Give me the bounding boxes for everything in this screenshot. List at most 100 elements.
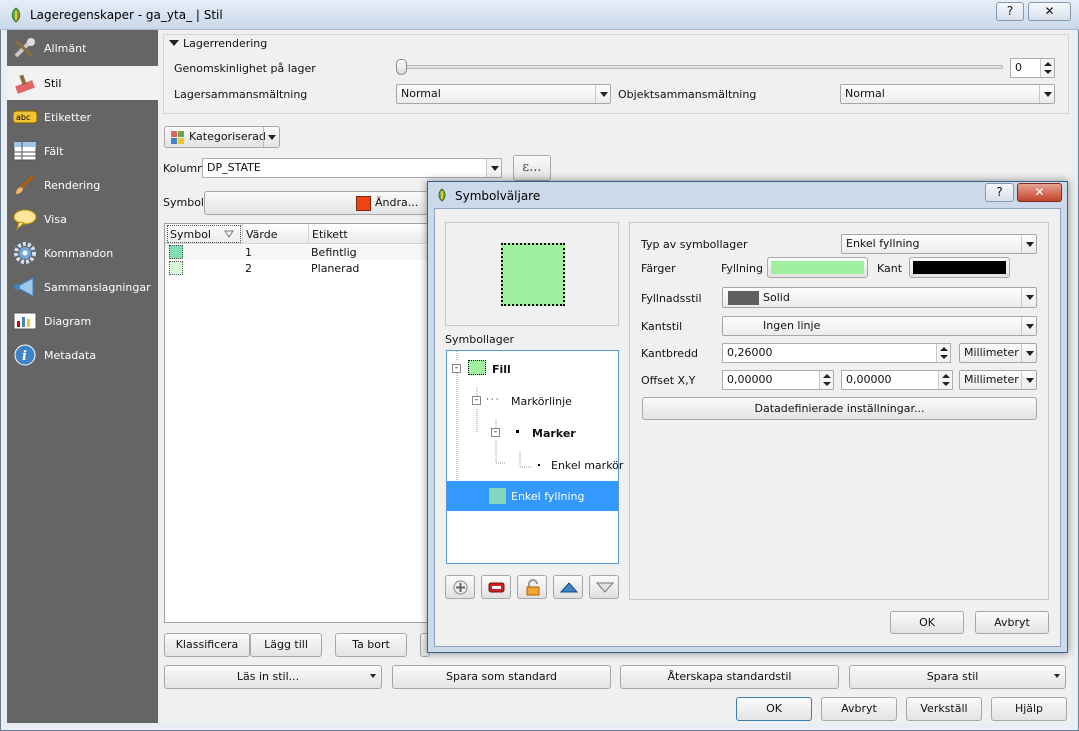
dropdown-arrow-icon [1039,85,1054,103]
renderer-type-button[interactable]: Kategoriserad [164,126,280,148]
border-width-spin-arrows[interactable] [936,344,950,362]
sidebar-item-label: Rendering [44,179,101,192]
fill-layer-icon [468,360,486,375]
blend-mode-label: Lagersammansmältning [174,88,308,101]
gear-icon [14,242,36,264]
sidebar-item-kommandon[interactable]: Kommandon [7,236,158,270]
feature-blend-select[interactable]: Normal [840,84,1055,104]
dropdown-arrow-icon [1021,344,1036,362]
sidebar-item-allmant[interactable]: Allmänt [7,31,158,65]
move-down-button[interactable] [589,575,619,599]
change-symbol-label: Ändra... [375,196,419,209]
border-width-spinbox[interactable]: 0,26000 [722,343,951,363]
tree-item-marker-line[interactable]: Markörlinje [511,395,572,408]
load-style-button[interactable]: Läs in stil... [164,665,382,689]
offset-x-spinbox[interactable]: 0,00000 [722,370,834,390]
header-value[interactable]: Värde [246,228,278,241]
restore-default-button[interactable]: Återskapa standardstil [620,665,839,689]
window-help-button[interactable]: ? [996,2,1024,21]
save-style-button[interactable]: Spara stil [849,665,1066,689]
dropdown-arrow-icon [1021,235,1036,253]
column-select[interactable]: DP_STATE [202,158,502,178]
border-width-unit-select[interactable]: Millimeter [959,343,1037,363]
window-close-button[interactable]: ✕ [1028,2,1071,21]
save-as-default-button[interactable]: Spara som standard [392,665,611,689]
add-category-button[interactable]: Lägg till [250,633,322,657]
tree-item-marker[interactable]: Marker [532,427,576,440]
change-symbol-button[interactable]: Ändra... [204,191,428,215]
border-color-button[interactable] [909,257,1010,278]
opacity-slider-track[interactable] [398,65,1003,69]
feature-blend-label: Objektsammansmältning [618,88,757,101]
dropdown-arrow-icon [1021,317,1036,335]
ok-button[interactable]: OK [736,697,812,721]
lock-layer-button[interactable] [517,575,547,599]
sidebar-item-visa[interactable]: Visa [7,202,158,236]
classify-button[interactable]: Klassificera [164,633,250,657]
tree-item-simple-marker[interactable]: Enkel markör [551,459,623,472]
sidebar-item-diagram[interactable]: Diagram [7,304,158,338]
sidebar-item-stil[interactable]: Stil [7,66,158,100]
tree-item-fill[interactable]: Fill [492,363,511,376]
dialog-ok-button[interactable]: OK [890,611,964,634]
border-color-swatch [913,261,1006,274]
categories-table [164,223,429,623]
dialog-help-button[interactable]: ? [985,183,1014,202]
sidebar-item-label: Etiketter [44,111,91,124]
dialog-cancel-button[interactable]: Avbryt [975,611,1049,634]
brush-icon [16,174,35,194]
collapse-triangle-icon[interactable] [169,40,179,46]
arrow-up-icon [559,582,579,593]
sidebar-item-rendering[interactable]: Rendering [7,168,158,202]
column-label: Kolumn [163,162,205,175]
cancel-button[interactable]: Avbryt [821,697,897,721]
categorized-icon [171,131,184,144]
offset-x-spin-arrows[interactable] [819,371,833,389]
table-row[interactable]: 1 Befintlig [165,245,428,260]
move-up-button[interactable] [553,575,583,599]
fill-style-select[interactable]: Solid [722,287,1037,308]
opacity-slider-handle[interactable] [396,59,407,75]
help-button[interactable]: Hjälp [991,697,1067,721]
offset-x-value: 0,00000 [727,373,773,386]
blend-mode-select[interactable]: Normal [396,84,611,104]
arrow-down-icon [595,582,615,593]
opacity-spinbox[interactable]: 0 [1010,58,1055,78]
opacity-spin-arrows[interactable] [1040,59,1054,77]
add-layer-button[interactable] [445,575,475,599]
offset-y-spin-arrows[interactable] [938,371,952,389]
category-swatch [169,245,183,259]
collapse-icon[interactable]: - [491,428,500,437]
apply-button[interactable]: Verkställ [906,697,982,721]
collapse-icon[interactable]: - [452,364,461,373]
sidebar-item-metadata[interactable]: i Metadata [7,338,158,372]
collapse-icon[interactable]: - [472,396,481,405]
border-style-label: Kantstil [641,320,683,333]
blend-mode-value: Normal [401,87,441,100]
remove-layer-button[interactable] [481,575,511,599]
sidebar-item-sammanslagningar[interactable]: Sammanslagningar [7,270,158,304]
table-row[interactable]: 2 Planerad [165,261,428,276]
remove-category-button[interactable]: Ta bort [335,633,407,657]
header-symbol[interactable]: Symbol [167,225,241,243]
tree-item-simple-fill[interactable]: Enkel fyllning [447,481,618,511]
symbol-swatch [356,196,371,211]
header-label[interactable]: Etikett [312,228,348,241]
data-defined-settings-button[interactable]: Datadefinierade inställningar... [642,397,1037,420]
fill-color-button[interactable] [767,257,868,278]
sidebar-item-label: Metadata [44,349,97,362]
border-style-select[interactable]: Ingen linje [722,316,1037,336]
sidebar-item-falt[interactable]: Fält [7,134,158,168]
sidebar-item-etiketter[interactable]: abc Etiketter [7,100,158,134]
dialog-close-button[interactable]: ✕ [1017,183,1062,202]
dropdown-arrow-icon [1021,371,1036,389]
window-title: Lageregenskaper - ga_yta_ | Stil [30,8,223,22]
offset-y-spinbox[interactable]: 0,00000 [841,370,953,390]
expression-button[interactable]: ε... [513,155,551,181]
offset-unit-select[interactable]: Millimeter [959,370,1037,390]
category-value: 2 [245,262,252,275]
simple-fill-icon [489,488,506,504]
layer-type-select[interactable]: Enkel fyllning [841,234,1037,254]
layer-rendering-header[interactable]: Lagerrendering [183,37,267,50]
header-symbol-label: Symbol [170,228,211,241]
